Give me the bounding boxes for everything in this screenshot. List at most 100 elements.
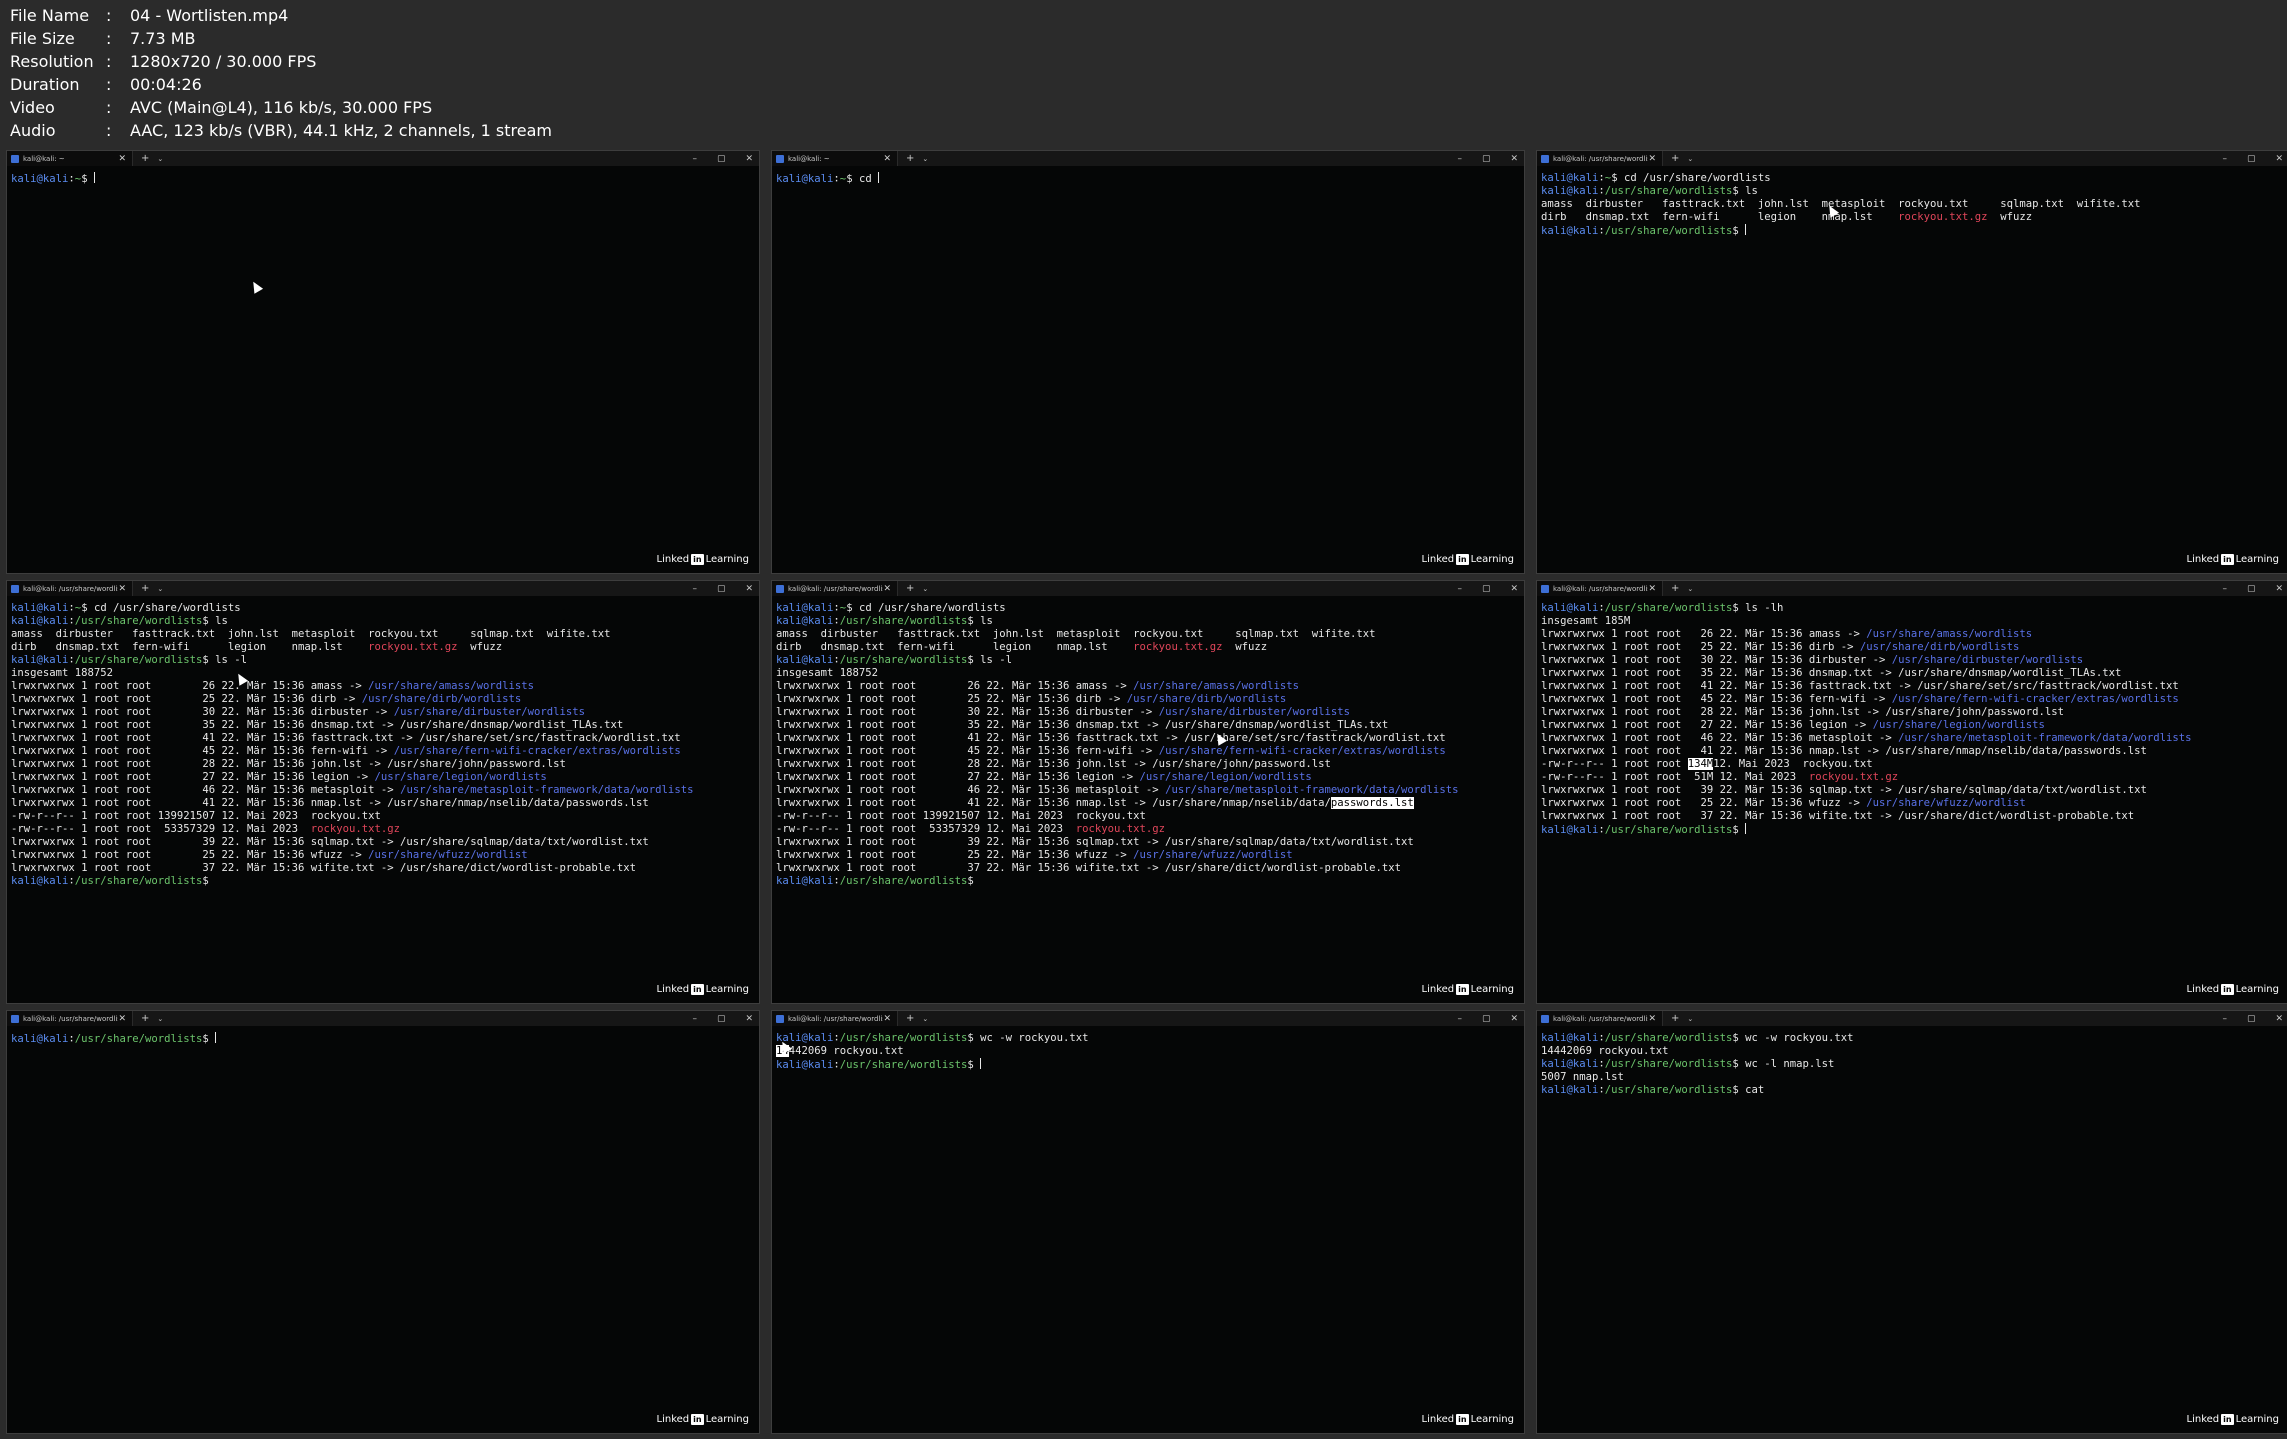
minimize-icon[interactable]: –: [692, 154, 697, 164]
close-icon[interactable]: ✕: [2275, 154, 2283, 164]
terminal-output[interactable]: kali@kali∶/usr/share/wordlists$ wc -w ro…: [1537, 1026, 2287, 1097]
terminal-output[interactable]: kali@kali∶/usr/share/wordlists$ wc -w ro…: [772, 1026, 1524, 1071]
output-text: -rw-r--r-- 1 root root 139921507 12. Mai…: [776, 810, 1146, 822]
terminal-pane[interactable]: kali@kali: /usr/share/wordlist ✕ + ⌄ – ▢ ✕ kali…: [771, 580, 1525, 1004]
output-text: $ cat: [1732, 1084, 1765, 1096]
close-icon[interactable]: ✕: [2275, 584, 2283, 594]
tab-close-icon[interactable]: ✕: [1648, 154, 1656, 164]
new-tab-icon[interactable]: +: [1671, 153, 1679, 164]
output-text: lrwxrwxrwx 1 root root 39 22. Mär 15:36 …: [1541, 784, 2147, 796]
minimize-icon[interactable]: –: [2222, 584, 2227, 594]
tab-close-icon[interactable]: ✕: [118, 154, 126, 164]
brand-text: Learning: [1470, 554, 1514, 565]
archive-file: rockyou.txt.gz: [1808, 771, 1899, 783]
brand-text: Linked: [2186, 1414, 2220, 1425]
minimize-icon[interactable]: –: [2222, 154, 2227, 164]
close-icon[interactable]: ✕: [745, 154, 753, 164]
chevron-down-icon[interactable]: ⌄: [1687, 585, 1693, 593]
maximize-icon[interactable]: ▢: [2247, 584, 2256, 594]
maximize-icon[interactable]: ▢: [717, 584, 726, 594]
minimize-icon[interactable]: –: [1457, 1014, 1462, 1024]
maximize-icon[interactable]: ▢: [2247, 154, 2256, 164]
new-tab-icon[interactable]: +: [906, 153, 914, 164]
output-text: insgesamt 188752: [776, 667, 879, 679]
terminal-output[interactable]: kali@kali∶~$ cd /usr/share/wordlists kali…: [772, 596, 1524, 888]
terminal-output[interactable]: kali@kali∶~$ cd: [772, 166, 1524, 185]
prompt-path: /usr/share/wordlists: [839, 615, 968, 627]
maximize-icon[interactable]: ▢: [1482, 154, 1491, 164]
new-tab-icon[interactable]: +: [141, 583, 149, 594]
chevron-down-icon[interactable]: ⌄: [1687, 155, 1693, 163]
chevron-down-icon[interactable]: ⌄: [157, 1015, 163, 1023]
new-tab-icon[interactable]: +: [141, 153, 149, 164]
close-icon[interactable]: ✕: [1510, 584, 1518, 594]
terminal-pane[interactable]: kali@kali: /usr/share/wordlist ✕ + ⌄ – ▢ ✕ kali…: [1536, 580, 2287, 1004]
terminal-tab[interactable]: kali@kali: /usr/share/wordlist ✕: [1537, 581, 1663, 596]
terminal-tab[interactable]: kali@kali: ~ ✕: [7, 151, 133, 166]
terminal-output[interactable]: kali@kali∶~$: [7, 166, 759, 185]
output-text: amass dirbuster fasttrack.txt john.lst m…: [1541, 198, 2141, 210]
terminal-pane[interactable]: kali@kali: /usr/share/wordlist ✕ + ⌄ – ▢ ✕ kali…: [771, 1010, 1525, 1434]
maximize-icon[interactable]: ▢: [717, 1014, 726, 1024]
chevron-down-icon[interactable]: ⌄: [922, 155, 928, 163]
terminal-line: lrwxrwxrwx 1 root root 26 22. Mär 15:36 …: [1541, 628, 2287, 641]
new-tab-icon[interactable]: +: [906, 583, 914, 594]
terminal-output[interactable]: kali@kali∶/usr/share/wordlists$: [7, 1026, 759, 1045]
terminal-tab[interactable]: kali@kali: ~ ✕: [772, 151, 898, 166]
meta-row: Video: AVC (Main@L4), 116 kb/s, 30.000 FP…: [10, 96, 552, 119]
minimize-icon[interactable]: –: [2222, 1014, 2227, 1024]
terminal-output[interactable]: kali@kali∶~$ cd /usr/share/wordlists kali…: [7, 596, 759, 888]
terminal-tab[interactable]: kali@kali: /usr/share/wordlist ✕: [1537, 1011, 1663, 1026]
close-icon[interactable]: ✕: [2275, 1014, 2283, 1024]
minimize-icon[interactable]: –: [1457, 584, 1462, 594]
chevron-down-icon[interactable]: ⌄: [922, 585, 928, 593]
terminal-pane[interactable]: kali@kali: /usr/share/wordlist ✕ + ⌄ – ▢ ✕ kali…: [6, 580, 760, 1004]
terminal-pane[interactable]: kali@kali: /usr/share/wordlist ✕ + ⌄ – ▢ ✕ kali…: [6, 1010, 760, 1434]
new-tab-icon[interactable]: +: [906, 1013, 914, 1024]
output-text: lrwxrwxrwx 1 root root 41 22. Mär 15:36 …: [1541, 745, 2147, 757]
tab-close-icon[interactable]: ✕: [118, 584, 126, 594]
close-icon[interactable]: ✕: [1510, 154, 1518, 164]
new-tab-icon[interactable]: +: [141, 1013, 149, 1024]
terminal-tab[interactable]: kali@kali: /usr/share/wordlist ✕: [772, 1011, 898, 1026]
maximize-icon[interactable]: ▢: [2247, 1014, 2256, 1024]
minimize-icon[interactable]: –: [692, 584, 697, 594]
terminal-pane[interactable]: kali@kali: /usr/share/wordlist ✕ + ⌄ – ▢ ✕ kali…: [1536, 1010, 2287, 1434]
prompt-user: kali@kali: [776, 173, 834, 185]
tab-close-icon[interactable]: ✕: [883, 584, 891, 594]
chevron-down-icon[interactable]: ⌄: [157, 155, 163, 163]
close-icon[interactable]: ✕: [1510, 1014, 1518, 1024]
maximize-icon[interactable]: ▢: [1482, 584, 1491, 594]
tab-close-icon[interactable]: ✕: [1648, 584, 1656, 594]
chevron-down-icon[interactable]: ⌄: [1687, 1015, 1693, 1023]
minimize-icon[interactable]: –: [1457, 154, 1462, 164]
output-text: lrwxrwxrwx 1 root root 35 22. Mär 15:36 …: [776, 719, 1389, 731]
terminal-tab[interactable]: kali@kali: /usr/share/wordlist ✕: [1537, 151, 1663, 166]
new-tab-icon[interactable]: +: [1671, 1013, 1679, 1024]
maximize-icon[interactable]: ▢: [717, 154, 726, 164]
meta-separator: :: [106, 6, 112, 25]
terminal-tab[interactable]: kali@kali: /usr/share/wordlist ✕: [7, 581, 133, 596]
new-tab-icon[interactable]: +: [1671, 583, 1679, 594]
maximize-icon[interactable]: ▢: [1482, 1014, 1491, 1024]
output-text: lrwxrwxrwx 1 root root 25 22. Mär 15:36 …: [1541, 797, 1867, 809]
terminal-pane[interactable]: kali@kali: ~ ✕ + ⌄ – ▢ ✕ kali@kali∶~$ cd Linked…: [771, 150, 1525, 574]
tab-title: kali@kali: /usr/share/wordlist: [1553, 154, 1649, 163]
terminal-pane[interactable]: kali@kali: /usr/share/wordlist ✕ + ⌄ – ▢ ✕ kali…: [1536, 150, 2287, 574]
tab-close-icon[interactable]: ✕: [118, 1014, 126, 1024]
terminal-pane[interactable]: kali@kali: ~ ✕ + ⌄ – ▢ ✕ kali@kali∶~$ Linked in L…: [6, 150, 760, 574]
output-text: lrwxrwxrwx 1 root root 46 22. Mär 15:36 …: [11, 784, 401, 796]
terminal-output[interactable]: kali@kali∶~$ cd /usr/share/wordlists kali…: [1537, 166, 2287, 237]
tab-close-icon[interactable]: ✕: [883, 1014, 891, 1024]
chevron-down-icon[interactable]: ⌄: [922, 1015, 928, 1023]
terminal-output[interactable]: kali@kali∶/usr/share/wordlists$ ls -lh in…: [1537, 596, 2287, 836]
terminal-tab[interactable]: kali@kali: /usr/share/wordlist ✕: [7, 1011, 133, 1026]
minimize-icon[interactable]: –: [692, 1014, 697, 1024]
chevron-down-icon[interactable]: ⌄: [157, 585, 163, 593]
terminal-tab[interactable]: kali@kali: /usr/share/wordlist ✕: [772, 581, 898, 596]
tab-close-icon[interactable]: ✕: [883, 154, 891, 164]
tab-close-icon[interactable]: ✕: [1648, 1014, 1656, 1024]
close-icon[interactable]: ✕: [745, 1014, 753, 1024]
close-icon[interactable]: ✕: [745, 584, 753, 594]
symlink-target: /usr/share/dirbuster/wordlists: [1891, 654, 2084, 666]
